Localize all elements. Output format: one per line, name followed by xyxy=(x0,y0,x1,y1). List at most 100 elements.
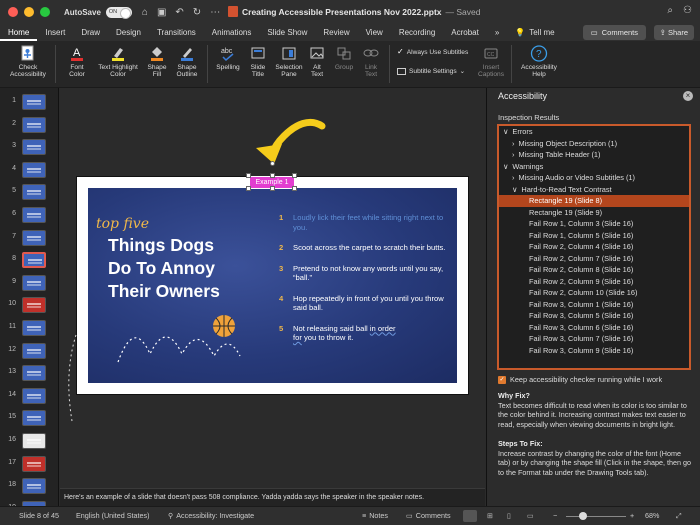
notes-button[interactable]: ≡ Notes xyxy=(362,507,388,525)
resize-handle[interactable] xyxy=(270,173,275,178)
group-button[interactable]: Group xyxy=(330,45,358,71)
slide-thumbnail-9[interactable]: 9 xyxy=(0,273,59,295)
spelling-button[interactable]: abc Spelling xyxy=(212,45,244,71)
slide-thumbnail-3[interactable]: 3 xyxy=(0,137,59,159)
minimize-window-button[interactable] xyxy=(24,7,34,17)
share-person-icon[interactable]: ⚇ xyxy=(683,5,692,16)
tree-issue-item[interactable]: Fail Row 2, Column 7 (Slide 16) xyxy=(499,253,689,265)
slide-thumbnail-14[interactable]: 14 xyxy=(0,386,59,408)
more-tabs-chevron-icon[interactable]: » xyxy=(487,24,507,41)
undo-icon[interactable]: ↶ xyxy=(175,7,183,18)
slide-thumbnail-6[interactable]: 6 xyxy=(0,205,59,227)
tree-issue-group[interactable]: › Missing Table Header (1) xyxy=(499,149,689,161)
comments-button[interactable]: ▭ Comments xyxy=(582,25,646,40)
tab-slide-show[interactable]: Slide Show xyxy=(259,24,315,41)
shape-outline-button[interactable]: Shape Outline xyxy=(173,45,201,79)
slide-thumbnail-7[interactable]: 7 xyxy=(0,228,59,250)
tree-issue-group[interactable]: ∨ Hard-to-Read Text Contrast xyxy=(499,184,689,196)
tree-issue-item[interactable]: Rectangle 19 (Slide 8) xyxy=(499,195,689,207)
tree-issue-group[interactable]: › Missing Audio or Video Subtitles (1) xyxy=(499,172,689,184)
tree-issue-item[interactable]: Fail Row 3, Column 9 (Slide 16) xyxy=(499,345,689,357)
status-comments-button[interactable]: ▭ Comments xyxy=(406,507,451,525)
slide-thumbnail-4[interactable]: 4 xyxy=(0,160,59,182)
resize-handle[interactable] xyxy=(246,186,251,191)
slide-thumbnail-18[interactable]: 18 xyxy=(0,476,59,498)
close-pane-button[interactable]: × xyxy=(683,91,693,101)
slide-thumbnail-2[interactable]: 2 xyxy=(0,115,59,137)
slide-thumbnail-1[interactable]: 1 xyxy=(0,92,59,114)
tab-view[interactable]: View xyxy=(358,24,391,41)
tab-recording[interactable]: Recording xyxy=(391,24,443,41)
resize-handle[interactable] xyxy=(270,186,275,191)
rotate-handle[interactable] xyxy=(270,161,275,166)
zoom-slider-knob[interactable] xyxy=(579,512,587,520)
tree-issue-item[interactable]: Fail Row 1, Column 5 (Slide 16) xyxy=(499,230,689,242)
tab-animations[interactable]: Animations xyxy=(204,24,260,41)
always-use-subtitles-checkbox[interactable]: ✓ Always Use Subtitles xyxy=(397,47,468,57)
tree-issue-item[interactable]: Fail Row 3, Column 1 (Slide 16) xyxy=(499,299,689,311)
slide-thumbnail-11[interactable]: 11 xyxy=(0,318,59,340)
tab-design[interactable]: Design xyxy=(108,24,149,41)
insert-captions-button[interactable]: CC Insert Captions xyxy=(476,45,506,79)
fit-to-window-icon[interactable]: ⤢ xyxy=(676,507,682,525)
slide-thumbnail-8[interactable]: 8 xyxy=(0,250,59,272)
autosave-toggle[interactable]: ON xyxy=(105,6,132,19)
search-icon[interactable]: ⌕ xyxy=(667,5,673,16)
slide-thumbnail-17[interactable]: 17 xyxy=(0,454,59,476)
tab-review[interactable]: Review xyxy=(315,24,357,41)
slide-thumbnail-16[interactable]: 16 xyxy=(0,431,59,453)
share-button[interactable]: ⇪ Share xyxy=(653,25,694,40)
more-icon[interactable]: ⋯ xyxy=(210,7,220,18)
slide-thumbnail-13[interactable]: 13 xyxy=(0,363,59,385)
resize-handle[interactable] xyxy=(292,173,297,178)
slide-thumbnail-12[interactable]: 12 xyxy=(0,341,59,363)
slide-title-button[interactable]: Slide Title xyxy=(245,45,271,79)
tab-home[interactable]: Home xyxy=(0,24,38,41)
tell-me-search[interactable]: 💡 Tell me xyxy=(507,24,562,41)
tree-issue-item[interactable]: Fail Row 2, Column 10 (Slide 16) xyxy=(499,287,689,299)
tab-transitions[interactable]: Transitions xyxy=(149,24,204,41)
link-text-button[interactable]: Link Text xyxy=(359,45,383,79)
tree-issue-item[interactable]: Fail Row 1, Column 3 (Slide 16) xyxy=(499,218,689,230)
font-color-button[interactable]: A Font Color xyxy=(62,45,92,79)
slideshow-view-button[interactable]: ▭ xyxy=(527,507,534,525)
tree-issue-group[interactable]: › Missing Object Description (1) xyxy=(499,138,689,150)
check-accessibility-button[interactable]: Check Accessibility xyxy=(8,45,48,79)
resize-handle[interactable] xyxy=(246,173,251,178)
slide-sorter-view-button[interactable]: ⊞ xyxy=(487,507,493,525)
tab-insert[interactable]: Insert xyxy=(37,24,73,41)
slide-thumbnail-10[interactable]: 10 xyxy=(0,295,59,317)
accessibility-help-button[interactable]: ? Accessibility Help xyxy=(516,45,562,79)
home-icon[interactable]: ⌂ xyxy=(142,7,148,18)
speaker-notes[interactable]: Here's an example of a slide that doesn'… xyxy=(60,488,485,506)
tree-category[interactable]: ∨ Errors xyxy=(499,126,689,138)
tree-category[interactable]: ∨ Warnings xyxy=(499,161,689,173)
close-window-button[interactable] xyxy=(8,7,18,17)
tree-issue-item[interactable]: Fail Row 3, Column 7 (Slide 16) xyxy=(499,333,689,345)
tree-issue-item[interactable]: Fail Row 3, Column 6 (Slide 16) xyxy=(499,322,689,334)
subtitle-settings-dropdown[interactable]: Subtitle Settings ⌄ xyxy=(397,68,465,76)
language-status[interactable]: English (United States) xyxy=(76,507,150,525)
shape-fill-button[interactable]: Shape Fill xyxy=(143,45,171,79)
tree-issue-item[interactable]: Fail Row 3, Column 5 (Slide 16) xyxy=(499,310,689,322)
accessibility-status[interactable]: ⚲ Accessibility: Investigate xyxy=(168,507,254,525)
zoom-out-button[interactable]: − xyxy=(553,507,557,525)
reading-view-button[interactable]: ▯ xyxy=(507,507,511,525)
save-icon[interactable]: ▣ xyxy=(157,7,166,18)
maximize-window-button[interactable] xyxy=(40,7,50,17)
slide-thumbnail-15[interactable]: 15 xyxy=(0,408,59,430)
tab-acrobat[interactable]: Acrobat xyxy=(443,24,487,41)
normal-view-button[interactable] xyxy=(463,510,477,522)
tree-issue-item[interactable]: Rectangle 19 (Slide 9) xyxy=(499,207,689,219)
redo-icon[interactable]: ↻ xyxy=(193,7,201,18)
zoom-slider-track[interactable] xyxy=(566,516,626,517)
resize-handle[interactable] xyxy=(292,186,297,191)
text-highlight-button[interactable]: Text Highlight Color xyxy=(94,45,142,79)
current-slide[interactable]: top five Things Dogs Do To Annoy Their O… xyxy=(77,177,468,394)
alt-text-button[interactable]: Alt Text xyxy=(306,45,328,79)
tab-draw[interactable]: Draw xyxy=(73,24,108,41)
keep-running-checkbox[interactable]: ✓ Keep accessibility checker running whi… xyxy=(498,375,662,384)
zoom-level[interactable]: 68% xyxy=(645,507,659,525)
slide-thumbnail-5[interactable]: 5 xyxy=(0,182,59,204)
tree-issue-item[interactable]: Fail Row 2, Column 9 (Slide 16) xyxy=(499,276,689,288)
